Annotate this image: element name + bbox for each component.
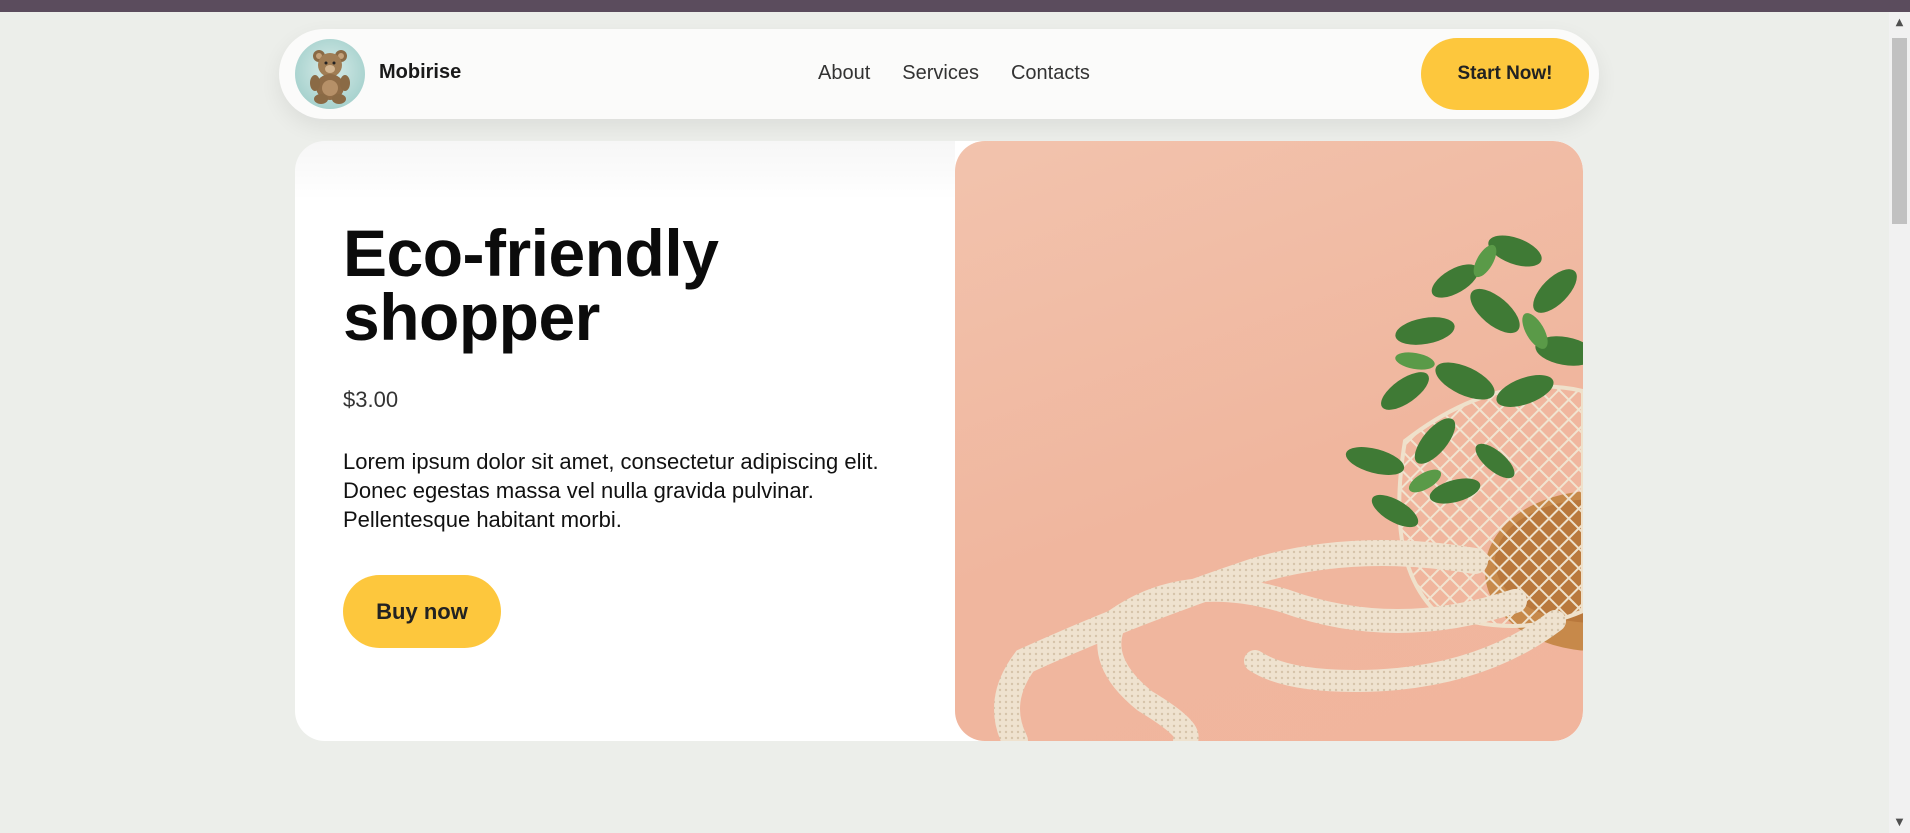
browser-top-strip — [0, 0, 1910, 12]
teddy-bear-icon[interactable] — [295, 39, 365, 109]
navbar: Mobirise About Services Contacts Start N… — [279, 29, 1599, 119]
nav-link-about[interactable]: About — [818, 62, 870, 85]
brand-name[interactable]: Mobirise — [379, 61, 461, 84]
arrow-up-icon[interactable]: ▲ — [1889, 12, 1910, 33]
nav-link-services[interactable]: Services — [902, 62, 979, 85]
arrow-down-icon[interactable]: ▼ — [1889, 812, 1910, 833]
nav-link-contacts[interactable]: Contacts — [1011, 62, 1090, 85]
page-scrollbar[interactable]: ▲ ▼ — [1889, 12, 1910, 833]
hero-card: Eco-friendly shopper $3.00 Lorem ipsum d… — [295, 141, 1583, 741]
product-price: $3.00 — [343, 387, 399, 412]
product-description: Lorem ipsum dolor sit amet, consectetur … — [343, 449, 879, 532]
hero-title: Eco-friendly shopper — [343, 216, 719, 354]
buy-now-button[interactable]: Buy now — [343, 575, 501, 648]
main-nav: About Services Contacts — [818, 62, 1090, 85]
start-now-button[interactable]: Start Now! — [1421, 38, 1589, 110]
mesh-bag-with-mint-image — [955, 141, 1583, 741]
scrollbar-thumb[interactable] — [1892, 38, 1907, 224]
hero-top-shadow — [295, 141, 955, 201]
